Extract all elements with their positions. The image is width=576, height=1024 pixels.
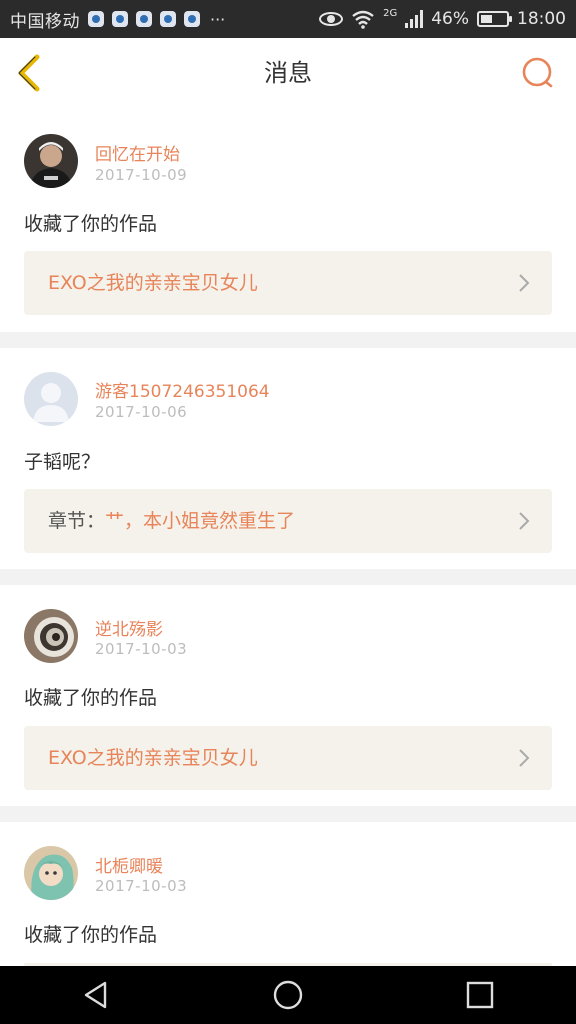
search-button[interactable]: [518, 54, 558, 94]
work-reference-link[interactable]: EXO之我的亲亲宝贝女儿: [24, 251, 552, 315]
notification-mail-icon: [136, 11, 152, 27]
message-text: 收藏了你的作品: [24, 213, 158, 235]
nav-back-button[interactable]: [76, 975, 116, 1015]
chapter-title: 艹，本小姐竟然重生了: [105, 510, 296, 532]
notification-app-icon: [160, 11, 176, 27]
status-bar: 中国移动 ··· 2G 46% 18:00: [0, 0, 576, 38]
work-reference-link[interactable]: EXO之我的亲亲宝贝女儿: [24, 726, 552, 790]
chevron-right-icon: [519, 512, 530, 530]
circle-home-icon: [273, 980, 303, 1010]
message-item: 北栀卿暖 2017-10-03 收藏了你的作品: [0, 822, 576, 966]
message-item: 回忆在开始 2017-10-09 收藏了你的作品 EXO之我的亲亲宝贝女儿: [0, 108, 576, 332]
chevron-right-icon: [519, 749, 530, 767]
avatar[interactable]: [24, 134, 78, 188]
message-date: 2017-10-03: [95, 640, 188, 658]
username[interactable]: 游客15072463​51064: [95, 377, 270, 402]
chapter-reference-link[interactable]: 章节：艹，本小姐竟然重生了: [24, 489, 552, 553]
header-bar: 消息: [0, 38, 576, 109]
message-date: 2017-10-09: [95, 166, 188, 184]
avatar[interactable]: [24, 372, 78, 426]
username[interactable]: 北栀卿暖: [95, 852, 163, 877]
message-item: 游客15072463​51064 2017-10-06 子韬呢？ 章节：艹，本小…: [0, 348, 576, 569]
message-text: 收藏了你的作品: [24, 924, 158, 946]
carrier-label: 中国移动: [10, 11, 80, 31]
chevron-right-icon: [519, 274, 530, 292]
more-notifications-icon: ···: [210, 9, 226, 29]
square-recent-icon: [466, 981, 494, 1009]
search-icon: [522, 57, 553, 88]
notification-app-icon: [112, 11, 128, 27]
system-nav-bar: [0, 966, 576, 1024]
wifi-icon: [352, 10, 374, 29]
user-photo: [24, 846, 78, 900]
avatar[interactable]: [24, 846, 78, 900]
nav-home-button[interactable]: [268, 975, 308, 1015]
notification-app-icon: [88, 11, 104, 27]
battery-icon: [477, 11, 512, 27]
page-title: 消息: [264, 59, 312, 87]
notification-mail-icon: [184, 11, 200, 27]
signal-icon: [405, 10, 424, 28]
work-title: EXO之我的亲亲宝贝女儿: [48, 747, 258, 769]
avatar[interactable]: [24, 609, 78, 663]
clock: 18:00: [517, 9, 566, 29]
message-item: 逆北殇影 2017-10-03 收藏了你的作品 EXO之我的亲亲宝贝女儿: [0, 585, 576, 806]
user-photo: [24, 609, 78, 663]
user-photo: [24, 134, 78, 188]
chapter-prefix: 章节：: [48, 510, 106, 532]
nav-recent-button[interactable]: [460, 975, 500, 1015]
network-type-label: 2G: [383, 7, 398, 19]
default-avatar-icon: [24, 372, 78, 426]
battery-percent: 46%: [431, 9, 469, 29]
username[interactable]: 回忆在开始: [95, 140, 180, 165]
eye-comfort-icon: [319, 12, 344, 26]
triangle-back-icon: [84, 981, 107, 1009]
message-text: 收藏了你的作品: [24, 687, 158, 709]
message-date: 2017-10-06: [95, 403, 188, 421]
username[interactable]: 逆北殇影: [95, 615, 163, 640]
message-date: 2017-10-03: [95, 877, 188, 895]
message-text: 子韬呢？: [24, 451, 101, 473]
work-title: EXO之我的亲亲宝贝女儿: [48, 272, 258, 294]
